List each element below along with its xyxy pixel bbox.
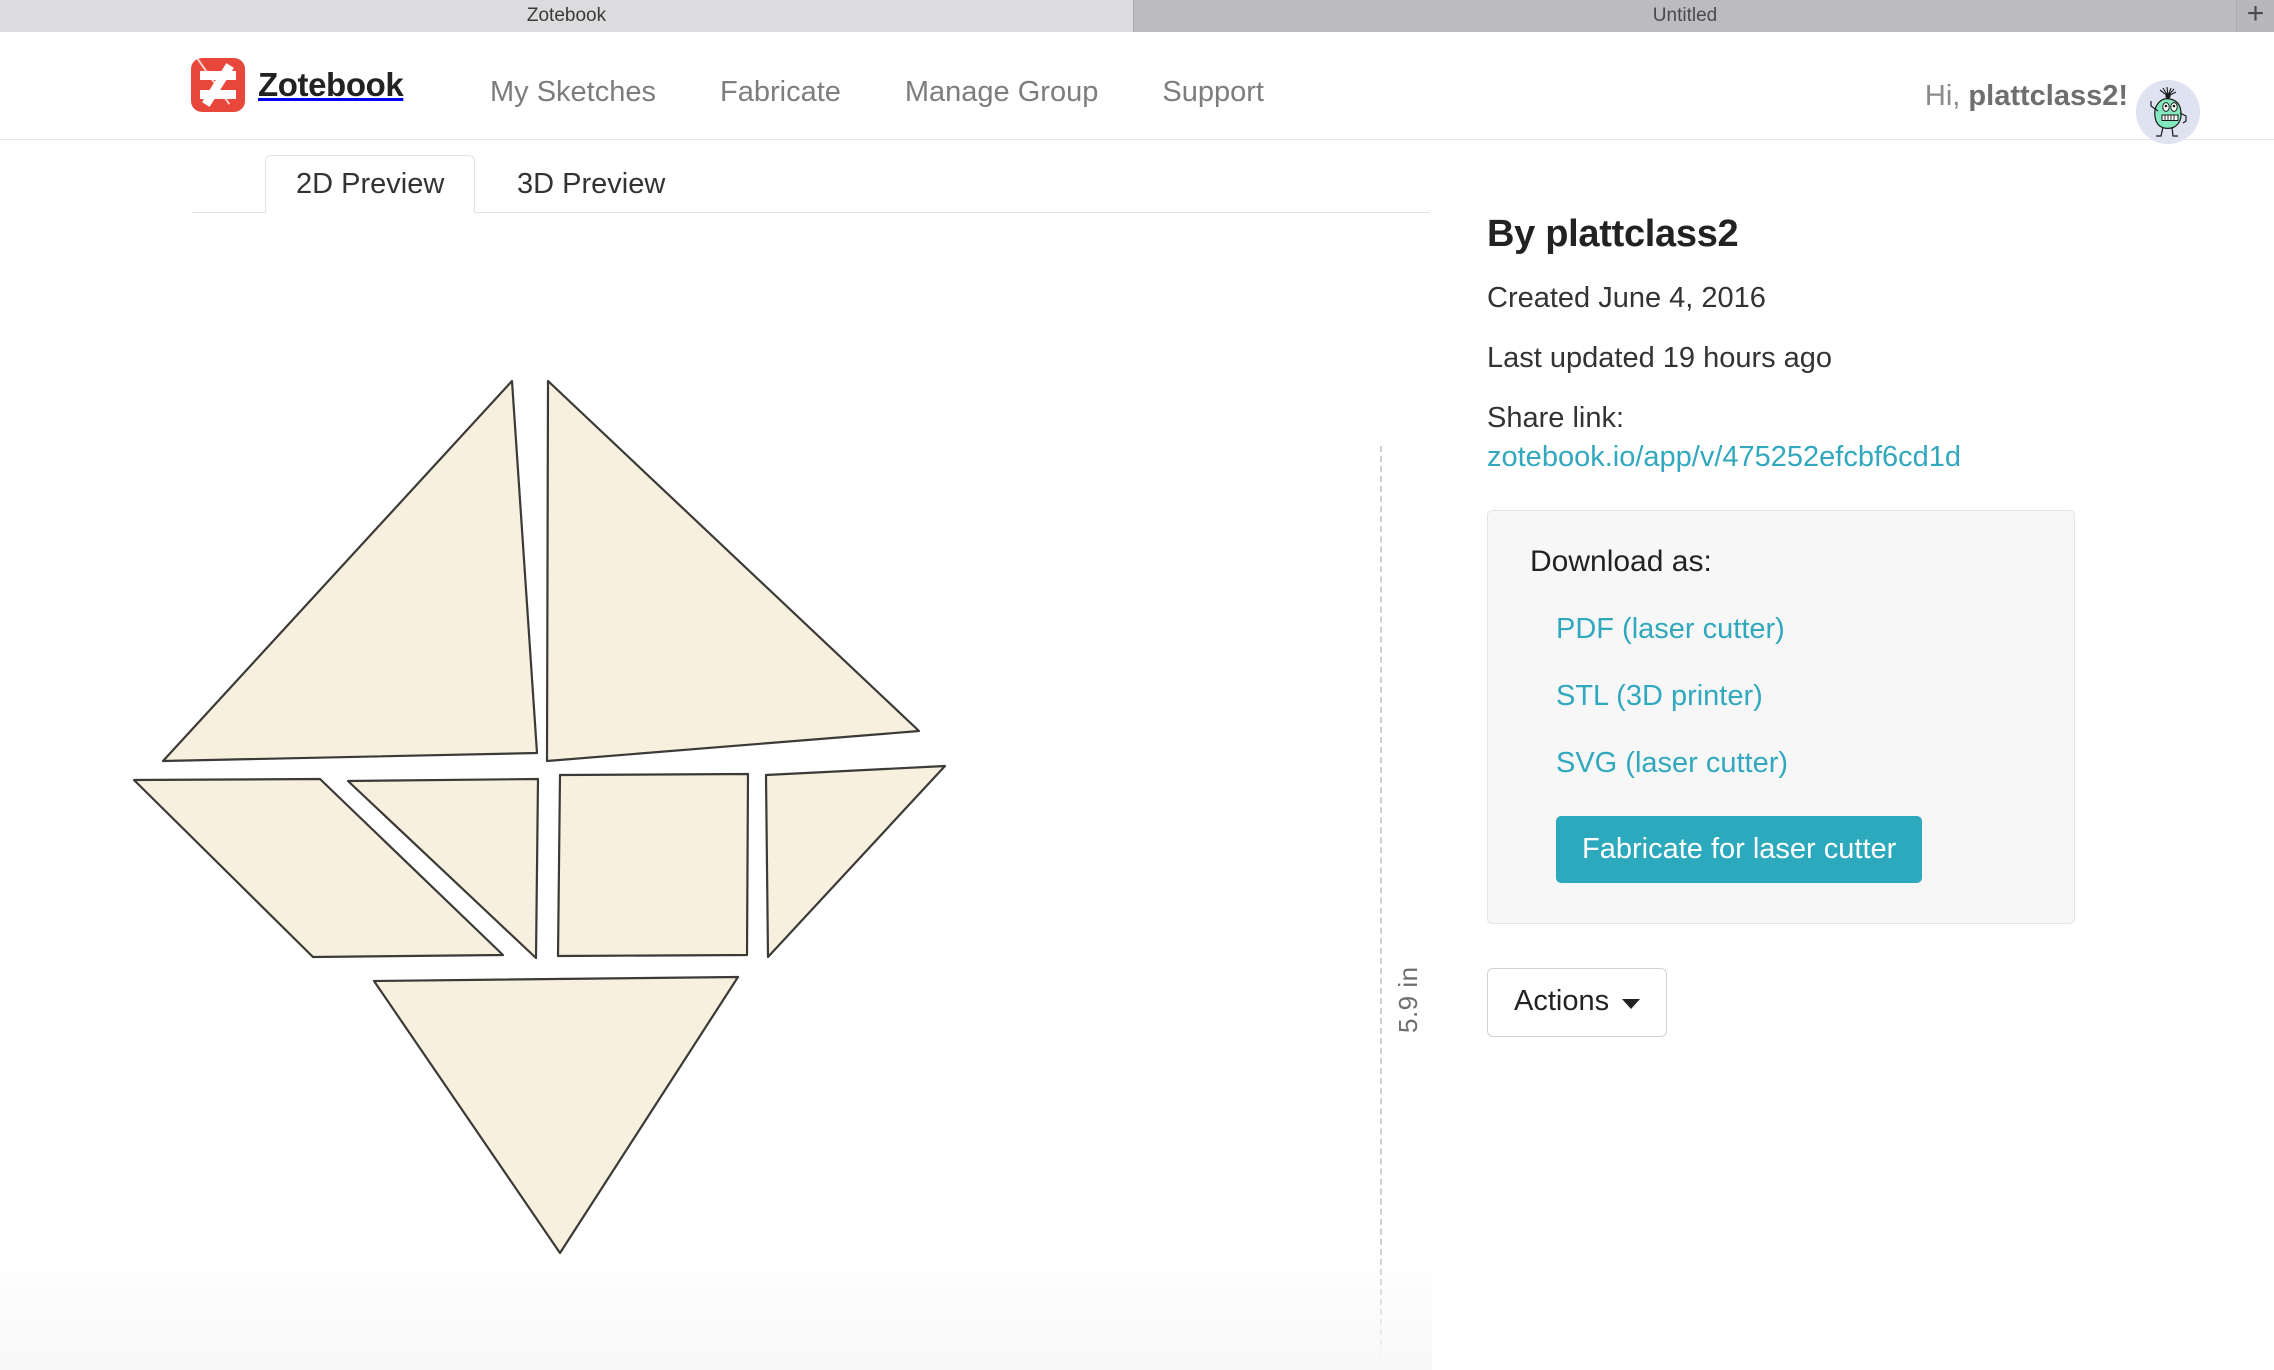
download-heading: Download as:: [1530, 545, 1712, 578]
square-center[interactable]: [556, 772, 750, 958]
user-greeting: Hi, plattclass2!: [1925, 80, 2128, 113]
list-item: PDF (laser cutter): [1556, 613, 2032, 646]
nav-item-my-sketches[interactable]: My Sketches: [458, 76, 688, 109]
download-pdf-link[interactable]: PDF (laser cutter): [1556, 613, 1785, 645]
tab-2d-preview[interactable]: 2D Preview: [265, 155, 476, 213]
browser-tab-title: Zotebook: [526, 5, 607, 26]
actions-button[interactable]: Actions: [1487, 968, 1668, 1037]
zotebook-logo-icon: [191, 58, 245, 112]
download-options-list: PDF (laser cutter) STL (3D printer) SVG …: [1530, 613, 2032, 780]
actions-button-label: Actions: [1514, 985, 1610, 1017]
download-svg-link[interactable]: SVG (laser cutter): [1556, 747, 1788, 779]
preview-tabs: 2D Preview 3D Preview: [0, 155, 2274, 213]
last-updated: Last updated 19 hours ago: [1487, 342, 1833, 374]
brand-logo-link[interactable]: Zotebook: [191, 58, 404, 112]
large-triangle-right[interactable]: [545, 379, 921, 763]
dimension-label: 5.9 in: [1393, 966, 1423, 1033]
page-title: By plattclass2: [1487, 213, 1739, 255]
greeting-prefix: Hi,: [1924, 80, 1969, 112]
list-item: SVG (laser cutter): [1556, 747, 2032, 780]
large-triangle-left[interactable]: [161, 379, 539, 763]
browser-tab-title: Untitled: [1652, 5, 1718, 26]
avatar[interactable]: [2136, 80, 2200, 144]
green-monster-avatar-icon: [2136, 80, 2200, 144]
nav-item-manage-group[interactable]: Manage Group: [873, 76, 1130, 109]
chevron-down-icon: [1622, 999, 1641, 1009]
greeting-username: plattclass2!: [1968, 80, 2128, 112]
share-link-label: Share link:: [1487, 402, 1625, 434]
download-panel: Download as: PDF (laser cutter) STL (3D …: [1487, 510, 2075, 924]
sketch-info-panel: By plattclass2 Created June 4, 2016 Last…: [1487, 213, 2247, 1037]
browser-tab-zotebook[interactable]: Zotebook: [0, 0, 1134, 32]
list-item: STL (3D printer): [1556, 680, 2032, 713]
site-header: Zotebook My Sketches Fabricate Manage Gr…: [0, 32, 2274, 144]
main-nav: My Sketches Fabricate Manage Group Suppo…: [458, 76, 1296, 109]
new-tab-icon[interactable]: +: [2237, 0, 2274, 32]
created-date: Created June 4, 2016: [1487, 282, 1766, 314]
share-link-url[interactable]: zotebook.io/app/v/475252efcbf6cd1d: [1487, 441, 1961, 474]
small-triangle-right[interactable]: [764, 764, 947, 959]
sketch-canvas[interactable]: 5.9 in: [0, 213, 1432, 1370]
browser-tab-untitled[interactable]: Untitled: [1134, 0, 2237, 32]
tangram-sketch[interactable]: [0, 213, 1432, 1370]
download-stl-link[interactable]: STL (3D printer): [1556, 680, 1763, 712]
bottom-triangle[interactable]: [372, 975, 740, 1255]
fabricate-for-laser-cutter-button[interactable]: Fabricate for laser cutter: [1556, 816, 1923, 883]
nav-item-support[interactable]: Support: [1130, 76, 1296, 109]
browser-tab-strip: Zotebook Untitled +: [0, 0, 2274, 32]
tab-3d-preview[interactable]: 3D Preview: [487, 155, 695, 213]
nav-item-fabricate[interactable]: Fabricate: [688, 76, 873, 109]
dimension-guide-line: [1380, 446, 1382, 1370]
brand-name: Zotebook: [258, 66, 404, 103]
